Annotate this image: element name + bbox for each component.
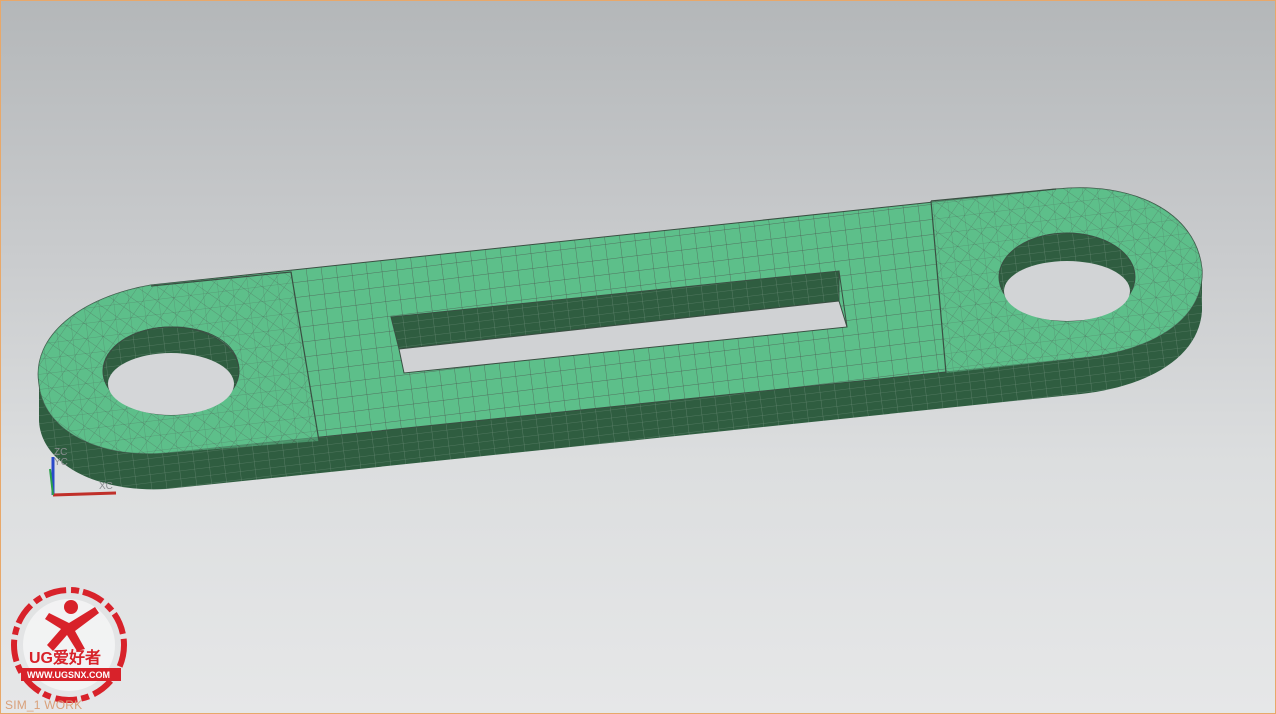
x-axis-line xyxy=(52,491,117,497)
simulation-status-label: SIM_1 WORK xyxy=(5,698,83,712)
triad-label-y: YC xyxy=(54,457,68,468)
triad-label-x: XC xyxy=(99,481,113,492)
mesh-model[interactable] xyxy=(1,1,1276,714)
right-hole xyxy=(998,232,1136,322)
logo-brand-text: UG爱好者 xyxy=(29,648,101,667)
left-hole xyxy=(102,326,240,416)
logo-url-text: WWW.UGSNX.COM xyxy=(27,670,110,680)
ugsnx-watermark-logo: UG爱好者 WWW.UGSNX.COM xyxy=(11,587,127,703)
logo-figure-head xyxy=(64,600,78,614)
coordinate-triad: ZC YC XC xyxy=(49,447,117,497)
graphics-viewport[interactable]: ZC YC XC UG爱好者 WWW.UGSNX.COM SIM_1 WORK xyxy=(0,0,1276,714)
